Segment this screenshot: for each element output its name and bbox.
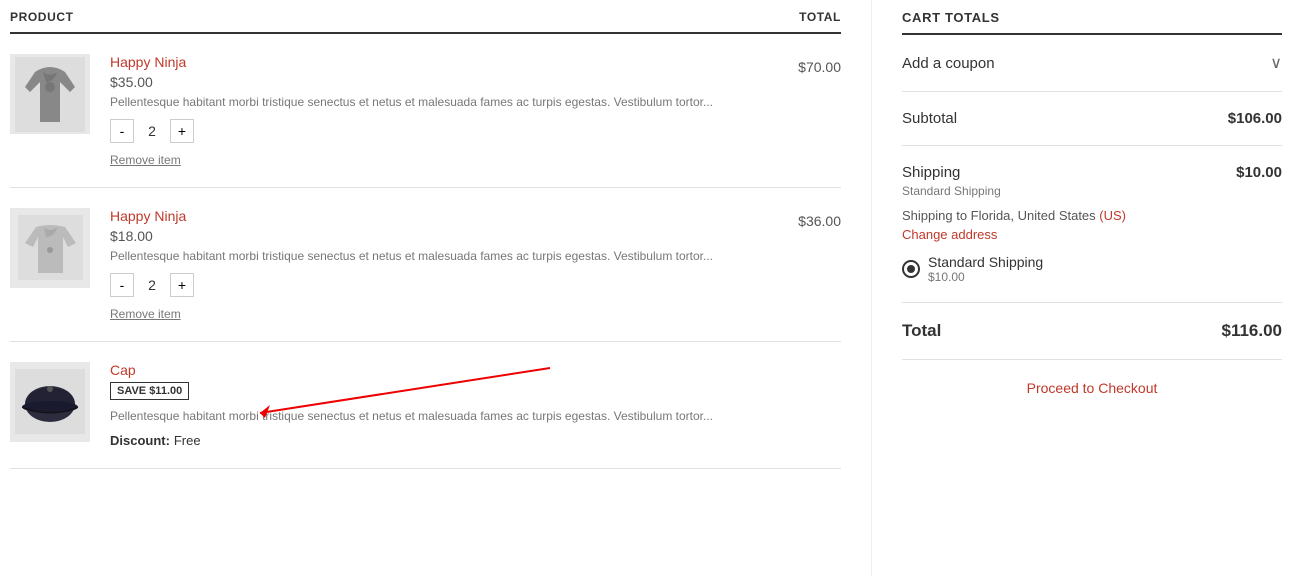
shipping-left: Shipping Standard Shipping: [902, 164, 1001, 198]
hoodie-icon: [15, 57, 85, 132]
qty-plus-1[interactable]: +: [170, 119, 194, 143]
shipping-radio[interactable]: [902, 260, 920, 278]
discount-label: Discount:: [110, 433, 170, 448]
shipping-label: Shipping: [902, 164, 1001, 181]
total-value: $116.00: [1221, 321, 1282, 341]
save-badge: SAVE $11.00: [110, 382, 189, 400]
save-arrow-container: SAVE $11.00: [110, 378, 841, 404]
discount-value: Free: [174, 433, 201, 448]
shipping-option-details: Standard Shipping $10.00: [928, 254, 1043, 284]
change-address-link[interactable]: Change address: [902, 227, 1282, 242]
product-name-2[interactable]: Happy Ninja: [110, 208, 186, 224]
coupon-label: Add a coupon: [902, 55, 995, 72]
product-image-hoodie: [10, 54, 90, 134]
product-price-1: $35.00: [110, 74, 741, 90]
qty-minus-1[interactable]: -: [110, 119, 134, 143]
product-column-header: PRODUCT: [10, 10, 74, 24]
chevron-down-icon: ∨: [1270, 53, 1282, 73]
shipping-section: Shipping Standard Shipping $10.00 Shippi…: [902, 146, 1282, 303]
quantity-control-2: - 2 +: [110, 273, 741, 297]
shipping-value: $10.00: [1236, 164, 1282, 181]
product-total-1: $70.00: [761, 54, 841, 75]
remove-item-2[interactable]: Remove item: [110, 307, 181, 321]
product-total-2: $36.00: [761, 208, 841, 229]
quantity-control-1: - 2 +: [110, 119, 741, 143]
product-name-1[interactable]: Happy Ninja: [110, 54, 186, 70]
subtotal-value: $106.00: [1228, 110, 1282, 127]
subtotal-label: Subtotal: [902, 110, 957, 127]
radio-selected-dot: [907, 265, 915, 273]
shipping-option-price: $10.00: [928, 270, 1043, 284]
remove-item-1[interactable]: Remove item: [110, 153, 181, 167]
shipping-option-name: Standard Shipping: [928, 254, 1043, 270]
product-desc-3: Pellentesque habitant morbi tristique se…: [110, 408, 841, 425]
cart-row-3: Cap SAVE $11.00 Pellentesque habitant mo…: [10, 342, 841, 470]
qty-plus-2[interactable]: +: [170, 273, 194, 297]
product-desc-1: Pellentesque habitant morbi tristique se…: [110, 94, 741, 111]
cap-icon: [15, 369, 85, 434]
cart-row-1: Happy Ninja $35.00 Pellentesque habitant…: [10, 34, 841, 188]
total-label: Total: [902, 321, 941, 341]
cart-totals-sidebar: CART TOTALS Add a coupon ∨ Subtotal $106…: [872, 0, 1302, 576]
qty-value-2: 2: [142, 277, 162, 293]
product-desc-2: Pellentesque habitant morbi tristique se…: [110, 248, 741, 265]
product-image-shirt: [10, 208, 90, 288]
cart-totals-title: CART TOTALS: [902, 10, 1282, 35]
shipping-method: Standard Shipping: [902, 184, 1001, 198]
shirt-icon: [18, 215, 83, 280]
product-details-3: Cap SAVE $11.00 Pellentesque habitant mo…: [110, 362, 841, 449]
qty-value-1: 2: [142, 123, 162, 139]
product-price-2: $18.00: [110, 228, 741, 244]
shipping-option-row: Standard Shipping $10.00: [902, 254, 1282, 284]
subtotal-row: Subtotal $106.00: [902, 92, 1282, 146]
product-details-1: Happy Ninja $35.00 Pellentesque habitant…: [110, 54, 741, 167]
add-coupon-row[interactable]: Add a coupon ∨: [902, 35, 1282, 92]
cart-row-2: Happy Ninja $18.00 Pellentesque habitant…: [10, 188, 841, 342]
total-column-header: TOTAL: [799, 10, 841, 24]
shipping-to-text: Shipping to Florida, United States: [902, 208, 1096, 223]
shipping-to: Shipping to Florida, United States (US): [902, 208, 1282, 223]
product-image-cap: [10, 362, 90, 442]
product-name-3[interactable]: Cap: [110, 362, 136, 378]
shipping-row: Shipping Standard Shipping $10.00: [902, 164, 1282, 198]
shipping-to-link[interactable]: (US): [1099, 208, 1126, 223]
cart-table-header: PRODUCT TOTAL: [10, 10, 841, 34]
product-details-2: Happy Ninja $18.00 Pellentesque habitant…: [110, 208, 741, 321]
total-row: Total $116.00: [902, 303, 1282, 360]
proceed-to-checkout-button[interactable]: Proceed to Checkout: [902, 380, 1282, 396]
discount-row: Discount: Free: [110, 432, 841, 448]
qty-minus-2[interactable]: -: [110, 273, 134, 297]
